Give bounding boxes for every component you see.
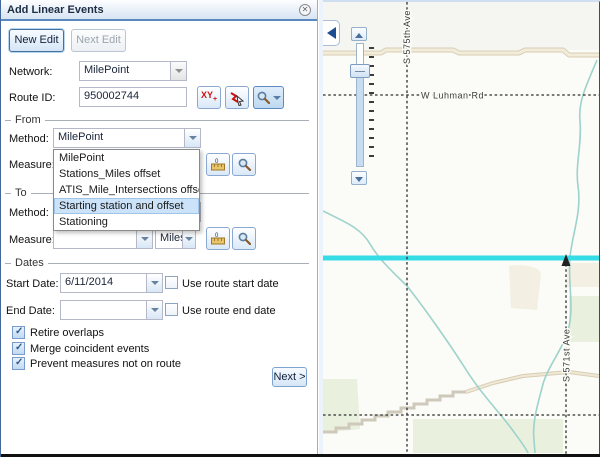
network-combo[interactable]: MilePoint [79, 61, 187, 81]
next-edit-button: Next Edit [71, 29, 126, 52]
map-pointer-icon [229, 90, 245, 106]
route-id-input[interactable]: 950002744 [79, 87, 187, 107]
zoom-slider-track[interactable] [356, 43, 364, 167]
dropdown-option[interactable]: MilePoint [54, 150, 199, 166]
dropdown-option[interactable]: Stations_Miles offset [54, 166, 199, 182]
merge-coincident-events-checkbox[interactable] [12, 342, 25, 355]
network-label: Network: [9, 66, 52, 78]
from-measure-search-button[interactable] [232, 153, 256, 176]
to-measure-dropdown-icon[interactable] [136, 230, 152, 248]
to-measure-search-button[interactable] [232, 227, 256, 250]
start-date-combo[interactable]: 6/11/2014 [60, 273, 163, 293]
select-route-on-map-button[interactable] [225, 86, 249, 109]
retire-overlaps-label: Retire overlaps [30, 327, 104, 339]
road-label-vertical-left: S 575th Ave [402, 10, 412, 64]
field-patch [567, 263, 599, 287]
from-method-dropdown-icon[interactable] [184, 129, 200, 147]
zoom-out-button[interactable] [351, 171, 367, 185]
use-route-end-date-checkbox[interactable] [165, 303, 178, 316]
start-date-value: 6/11/2014 [65, 276, 144, 288]
prevent-measures-checkbox[interactable] [12, 357, 25, 370]
route-search-dropdown-button[interactable] [253, 86, 284, 109]
from-method-value: MilePoint [58, 131, 182, 143]
chevron-down-icon [273, 96, 281, 104]
dropdown-option[interactable]: ATIS_Mile_Intersections offset [54, 182, 199, 198]
collapse-arrow-icon [327, 27, 336, 39]
road-label-vertical-right: S 571st Ave [562, 329, 572, 382]
to-measure-label: Measure: [9, 234, 55, 246]
dates-fieldset-legend: Dates [5, 257, 309, 269]
greenspace-patch [413, 419, 563, 453]
route-id-label: Route ID: [9, 92, 55, 104]
to-method-label: Method: [9, 207, 49, 219]
ruler-icon: 0 [210, 157, 226, 172]
collapse-panel-button[interactable] [323, 20, 340, 46]
magnifier-icon [257, 91, 270, 104]
zoom-in-button[interactable] [351, 27, 367, 41]
prevent-measures-label: Prevent measures not on route [30, 358, 181, 370]
zoom-in-icon [355, 29, 363, 38]
add-xy-button[interactable]: XY+ [197, 86, 221, 109]
ruler-icon: 0 [210, 231, 226, 246]
dropdown-option[interactable]: Stationing [54, 214, 199, 230]
route-id-value: 950002744 [84, 90, 182, 102]
start-date-dropdown-icon[interactable] [146, 274, 162, 292]
new-edit-button[interactable]: New Edit [9, 29, 64, 52]
end-date-label: End Date: [6, 305, 55, 317]
close-icon[interactable]: ✕ [299, 4, 311, 16]
to-measure-unit-value: Miles [160, 232, 182, 244]
magnifier-icon [238, 158, 251, 171]
zoom-out-icon [355, 177, 363, 186]
app-window: Add Linear Events ✕ New Edit Next Edit N… [0, 0, 600, 457]
panel-title: Add Linear Events [7, 4, 104, 16]
to-measure-unit-combo[interactable]: Miles [155, 229, 196, 249]
from-measure-tool-button[interactable]: 0 [206, 153, 230, 176]
network-dropdown-icon[interactable] [170, 62, 186, 80]
xy-icon: XY+ [201, 90, 217, 105]
next-button[interactable]: Next > [272, 367, 307, 387]
use-route-start-date-label: Use route start date [182, 278, 279, 290]
from-method-label: Method: [9, 133, 49, 145]
end-date-combo[interactable] [60, 300, 163, 320]
magnifier-icon [238, 232, 251, 245]
greenspace-patch [569, 296, 599, 342]
start-date-label: Start Date: [6, 278, 59, 290]
panel-header: Add Linear Events ✕ [1, 0, 317, 21]
field-patch [509, 265, 541, 310]
from-fieldset-legend: From [5, 114, 309, 126]
zoom-slider-handle[interactable] [350, 64, 370, 78]
retire-overlaps-checkbox[interactable] [12, 326, 25, 339]
from-method-combo[interactable]: MilePoint [53, 128, 201, 148]
to-measure-tool-button[interactable]: 0 [206, 227, 230, 250]
road-label-horizontal: W Luhman Rd [421, 91, 484, 101]
merge-coincident-events-label: Merge coincident events [30, 343, 149, 355]
from-measure-label: Measure: [9, 159, 55, 171]
end-date-dropdown-icon[interactable] [146, 301, 162, 319]
method-dropdown-list: MilePoint Stations_Miles offset ATIS_Mil… [53, 149, 200, 231]
dropdown-option-highlighted[interactable]: Starting station and offset [54, 198, 199, 214]
network-value: MilePoint [84, 64, 168, 76]
add-linear-events-panel: Add Linear Events ✕ New Edit Next Edit N… [1, 0, 318, 454]
to-measure-combo[interactable] [53, 229, 153, 249]
use-route-end-date-label: Use route end date [182, 305, 276, 317]
to-unit-dropdown-icon[interactable] [182, 230, 195, 248]
map-viewport[interactable]: W Luhman Rd S 575th Ave S 571st Ave [323, 0, 600, 454]
zoom-slider-fill [357, 74, 363, 166]
use-route-start-date-checkbox[interactable] [165, 276, 178, 289]
